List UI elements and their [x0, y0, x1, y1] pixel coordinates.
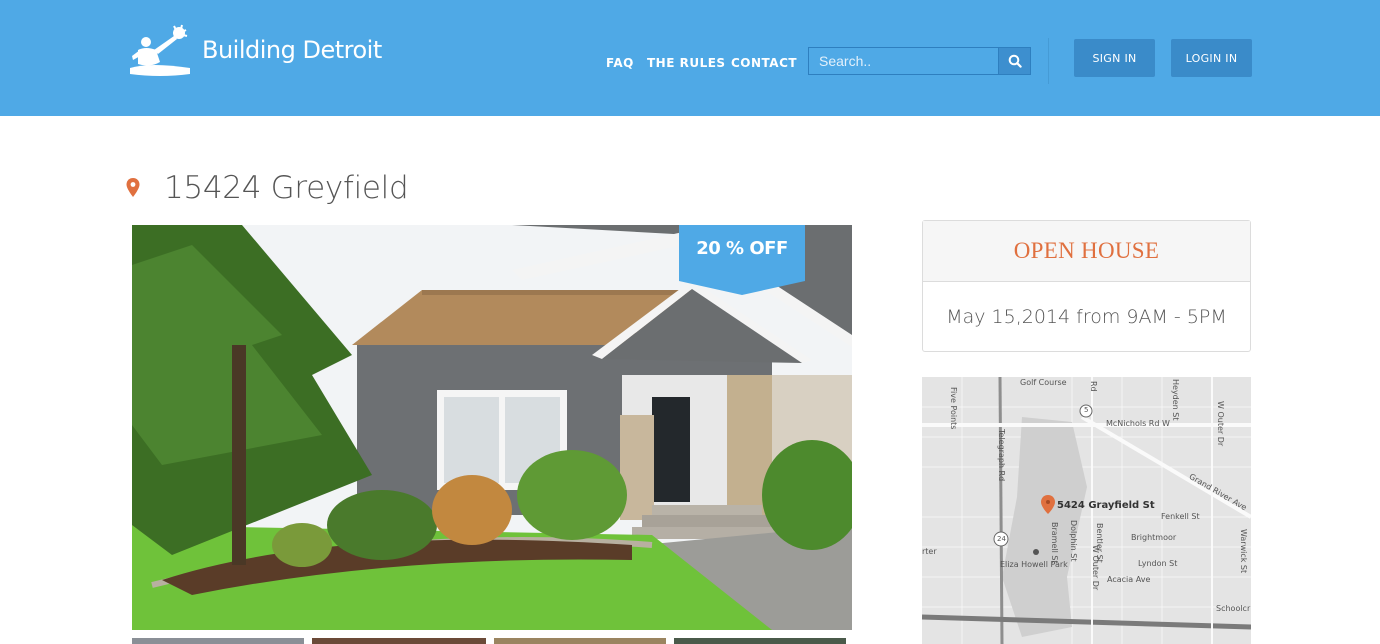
map-label-w-outer: W Outer Dr: [1216, 401, 1225, 447]
map-label-heyden: Heyden St: [1171, 379, 1180, 421]
map-address-label: 5424 Grayfield St: [1057, 500, 1155, 511]
map-label-five-points: Five Points: [949, 387, 958, 430]
map-label-golf-course: Golf Course: [1020, 378, 1067, 387]
site-header: Building Detroit FAQ THE RULES CONTACT S…: [0, 0, 1380, 116]
map-label-route-5: 5: [1084, 406, 1089, 414]
map-label-bramell: Bramell St: [1050, 522, 1059, 564]
search-button[interactable]: [999, 47, 1031, 75]
open-house-header: OPEN HOUSE: [923, 221, 1250, 282]
nav-faq-link[interactable]: FAQ: [606, 56, 634, 70]
thumbnail-4[interactable]: [673, 638, 846, 644]
map-label-telegraph: Telegraph Rd: [997, 429, 1006, 482]
thumbnail-strip: [132, 638, 854, 644]
login-button[interactable]: LOGIN IN: [1171, 39, 1252, 77]
discount-badge: 20 % OFF: [696, 238, 788, 259]
sign-in-button[interactable]: SIGN IN: [1074, 39, 1155, 77]
nav-faq[interactable]: FAQ: [606, 56, 650, 70]
map-label-route-24: 24: [997, 535, 1006, 543]
map-pin-icon: [126, 178, 140, 197]
map-label-acacia: Acacia Ave: [1107, 575, 1151, 584]
search-icon: [1008, 54, 1022, 68]
open-house-panel: OPEN HOUSE May 15,2014 from 9AM - 5PM: [922, 220, 1251, 352]
map-label-w-outer-2: W Outer Dr: [1091, 545, 1100, 591]
listing-title: 15424 Greyfield: [164, 170, 409, 206]
map-label-schoolcraft: Schoolcr: [1216, 604, 1251, 613]
map-label-warwick: Warwick St: [1239, 529, 1248, 574]
thumbnail-2[interactable]: [312, 638, 486, 644]
open-house-title: OPEN HOUSE: [1013, 238, 1160, 263]
thumbnail-1[interactable]: [132, 638, 305, 644]
map-label-rd: Rd: [1089, 381, 1098, 392]
nav-rules-link[interactable]: THE RULES: [647, 56, 726, 70]
open-house-date: May 15,2014 from 9AM - 5PM: [946, 306, 1227, 328]
map-label-arter: rter: [922, 547, 937, 556]
map-label-fenkell: Fenkell St: [1161, 512, 1200, 521]
open-house-body: May 15,2014 from 9AM - 5PM: [923, 282, 1250, 352]
spirit-of-detroit-icon: [130, 24, 190, 76]
map-label-dolphin: Dolphin St: [1069, 520, 1078, 562]
header-divider: [1048, 38, 1049, 84]
thumbnail-3[interactable]: [493, 638, 666, 644]
map-label-mcnichols: McNichols Rd W: [1106, 419, 1170, 428]
nav-contact[interactable]: CONTACT: [731, 56, 813, 70]
discount-ribbon: [679, 225, 805, 295]
search-box: [808, 47, 1031, 75]
logo[interactable]: Building Detroit: [130, 22, 390, 78]
nav-rules[interactable]: THE RULES: [647, 56, 742, 70]
search-input[interactable]: [808, 47, 999, 75]
listing-title-row: 15424 Greyfield: [126, 170, 409, 206]
logo-text: Building Detroit: [202, 36, 382, 64]
map-label-brightmoor: Brightmoor: [1131, 533, 1177, 542]
nav-contact-link[interactable]: CONTACT: [731, 56, 797, 70]
map-label-lyndon: Lyndon St: [1138, 559, 1178, 568]
